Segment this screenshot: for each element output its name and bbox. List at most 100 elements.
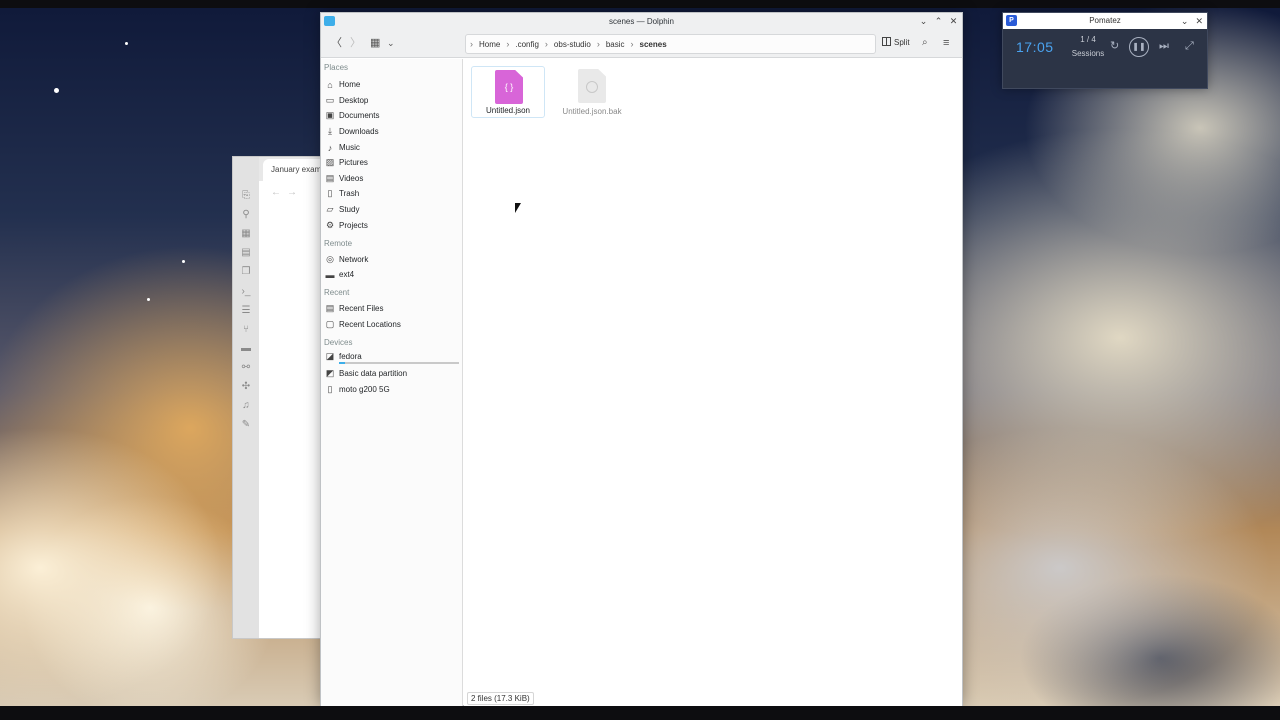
window-titlebar[interactable]: scenes — Dolphin ⌄ ⌃ ✕ [321,13,962,30]
place-documents[interactable]: ▣ Documents [325,108,459,123]
partition-icon: ◩ [325,368,335,378]
link-icon[interactable]: ⚯ [241,363,251,373]
file-item[interactable]: { } Untitled.json [471,66,545,118]
background-notes-window[interactable]: ⎘ ⚲ ▦ ▤ ❐ ›_ ☰ ⑂ ▬ ⚯ ✣ ♫ ✎ January exam … [232,156,333,639]
file-name: Untitled.json.bak [562,107,622,116]
music-icon: ♪ [327,142,333,153]
calendar-icon[interactable]: ▤ [241,248,251,258]
puzzle-icon[interactable]: ✣ [241,382,251,392]
devices-group-label: Devices [324,338,353,347]
recent-locations-icon: ▢ [325,319,335,329]
crumb-obs-studio[interactable]: obs-studio [554,40,591,49]
search-icon[interactable]: ⌕ [922,37,928,49]
timer-display: 17:05 [1016,39,1054,55]
backup-file-icon [578,69,606,103]
device-moto-g200[interactable]: ▯ moto g200 5G [325,382,459,397]
chevron-right-icon: › [544,39,548,49]
expand-icon[interactable]: ⤢ [1185,39,1194,53]
graph-icon[interactable]: ⚲ [241,210,251,220]
grid-icon[interactable]: ▦ [241,229,251,239]
places-group-label: Places [324,63,349,72]
pomatez-titlebar[interactable]: P Pomatez ⌄ ✕ [1003,13,1207,29]
place-recent-files[interactable]: ▤ Recent Files [325,301,459,316]
place-videos[interactable]: ▤ Videos [325,171,459,186]
chevron-right-icon: › [630,39,634,49]
disk-icon: ◪ [325,351,335,361]
status-text: 2 files (17.3 KiB) [467,692,534,705]
hamburger-menu-icon[interactable]: ≡ [943,37,949,49]
trash-icon: ▯ [327,188,333,198]
split-label: Split [894,38,910,47]
reset-icon[interactable]: ↻ [1110,39,1119,53]
top-screen-edge [0,0,1280,8]
split-button[interactable]: Split [882,36,910,50]
nav-arrows-icon[interactable]: ←→ [271,187,303,198]
phone-icon: ▯ [327,384,333,394]
terminal-icon[interactable]: ›_ [241,287,251,297]
file-name: Untitled.json [485,106,531,115]
skip-icon[interactable]: ⏭ [1159,39,1169,53]
chevron-down-icon[interactable]: ⌄ [387,37,395,49]
place-pictures[interactable]: ▨ Pictures [325,155,459,170]
pause-button[interactable]: ❚❚ [1129,37,1149,57]
json-file-icon: { } [495,70,523,104]
place-network[interactable]: ◎ Network [325,252,459,267]
folder-icon: ▱ [326,204,334,214]
star [54,88,59,93]
documents-icon: ▣ [325,110,335,120]
device-basic-data-partition[interactable]: ◩ Basic data partition [325,366,459,381]
star [125,42,128,45]
bottom-screen-edge [0,706,1280,720]
place-recent-locations[interactable]: ▢ Recent Locations [325,317,459,332]
pictures-icon: ▨ [325,157,335,167]
close-icon[interactable]: ✕ [949,13,958,30]
minimize-icon[interactable]: ⌄ [1181,13,1189,29]
maximize-icon[interactable]: ⌃ [934,13,943,30]
archive-icon[interactable]: ▬ [241,344,251,354]
mouse-cursor-icon [515,203,521,213]
pomatez-widget: P Pomatez ⌄ ✕ 17:05 1 / 4 Sessions ↻ ❚❚ … [1002,12,1208,89]
side-ribbon: ⎘ ⚲ ▦ ▤ ❐ ›_ ☰ ⑂ ▬ ⚯ ✣ ♫ ✎ [233,157,259,638]
desktop-icon: ▭ [325,95,335,105]
audio-icon[interactable]: ♫ [241,401,251,411]
place-desktop[interactable]: ▭ Desktop [325,93,459,108]
split-icon [882,37,891,46]
file-view[interactable]: { } Untitled.json Untitled.json.bak [464,59,962,689]
close-icon[interactable]: ✕ [1195,13,1203,29]
star [147,298,150,301]
window-title: scenes — Dolphin [609,17,674,26]
network-icon: ◎ [326,254,334,264]
back-icon[interactable]: 〈 [331,37,342,49]
projects-icon: ⚙ [325,220,335,230]
star [182,260,185,263]
chevron-right-icon: › [470,39,473,49]
chevron-right-icon: › [506,39,510,49]
place-trash[interactable]: ▯ Trash [325,186,459,201]
recent-group-label: Recent [324,288,350,297]
crumb-config[interactable]: .config [515,40,539,49]
drive-icon: ▬ [325,269,335,280]
place-home[interactable]: ⌂ Home [325,77,459,92]
downloads-icon: ⤓ [328,126,332,136]
place-projects[interactable]: ⚙ Projects [325,218,459,233]
file-item[interactable]: Untitled.json.bak [555,66,629,118]
crumb-scenes[interactable]: scenes [640,40,667,49]
device-fedora[interactable]: ◪ fedora [325,349,459,364]
list-icon[interactable]: ☰ [241,306,251,316]
place-ext4[interactable]: ▬ ext4 [325,267,459,282]
place-study[interactable]: ▱ Study [325,202,459,217]
home-icon: ⌂ [327,79,333,90]
pomatez-logo-icon: P [1006,15,1017,26]
breadcrumb[interactable]: › Home › .config › obs-studio › basic › … [465,34,876,54]
crumb-home[interactable]: Home [479,40,500,49]
copy-icon[interactable]: ❐ [241,267,251,277]
forward-icon[interactable]: 〉 [350,37,361,49]
wrench-icon[interactable]: ✎ [241,420,251,430]
branch-icon[interactable]: ⑂ [241,325,251,335]
files-icon[interactable]: ⎘ [241,191,251,201]
place-downloads[interactable]: ⤓ Downloads [325,124,459,139]
minimize-icon[interactable]: ⌄ [919,13,928,30]
place-music[interactable]: ♪ Music [325,140,459,155]
crumb-basic[interactable]: basic [606,40,625,49]
view-mode-icon[interactable]: ▦ [370,37,380,49]
